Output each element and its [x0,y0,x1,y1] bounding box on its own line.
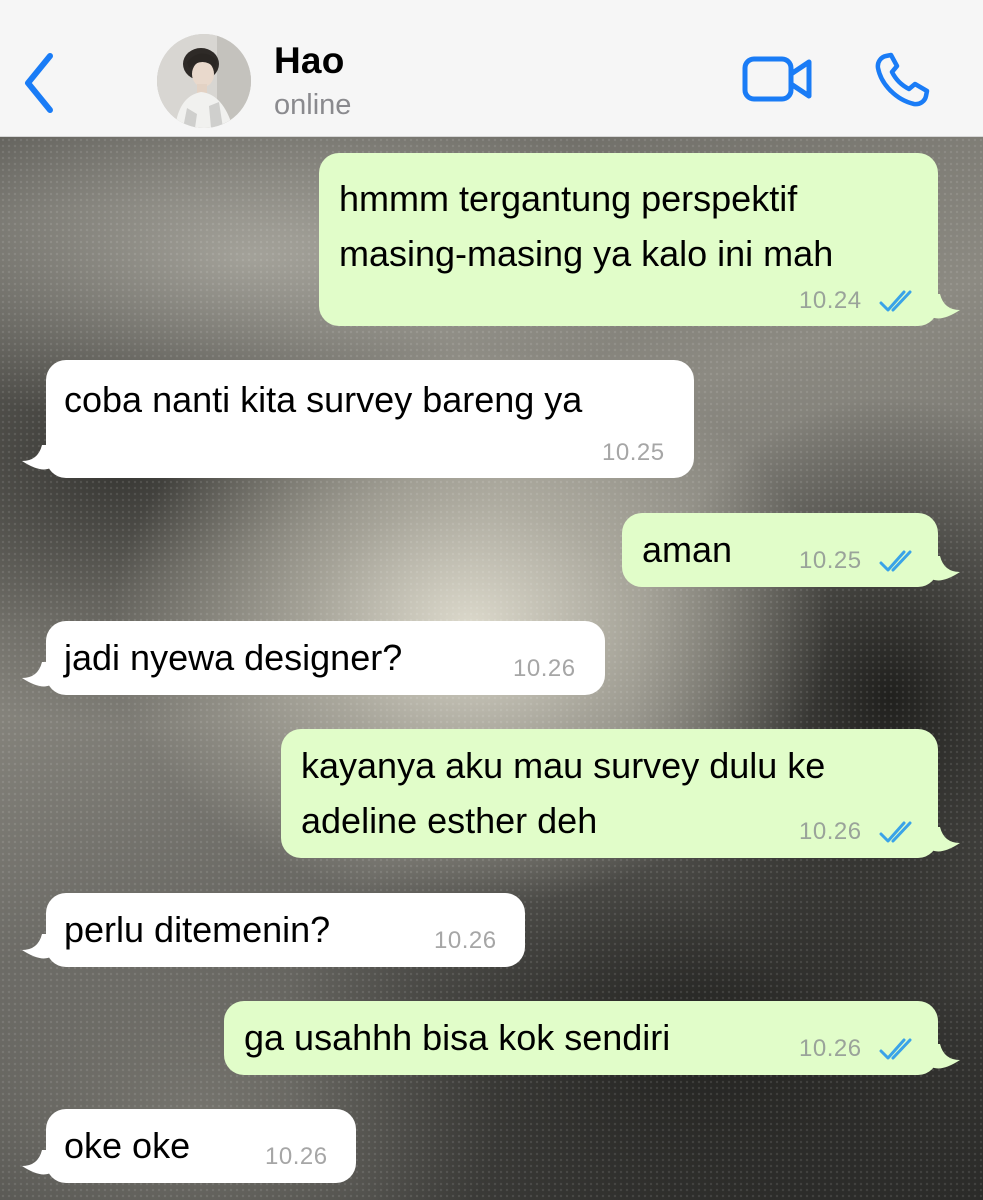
incoming-message[interactable]: perlu ditemenin? 10.26 [46,893,525,967]
contact-avatar[interactable] [157,34,251,128]
message-text: jadi nyewa designer? [64,637,403,678]
message-line: masing-masing ya kalo ini mah [339,233,834,274]
read-receipt-icon [879,290,912,312]
incoming-message[interactable]: jadi nyewa designer? 10.26 [46,621,605,695]
outgoing-message[interactable]: kayanya aku mau survey dulu ke adeline e… [281,729,938,858]
phone-icon [875,52,930,107]
outgoing-message[interactable]: hmmm tergantung perspektif masing-masing… [319,153,938,326]
read-receipt-icon [879,550,912,572]
back-button[interactable] [14,42,74,122]
video-camera-icon [742,56,812,102]
message-time: 10.26 [434,927,497,954]
message-time: 10.25 [602,439,665,466]
message-time: 10.25 [799,547,862,574]
read-receipt-icon [879,821,912,843]
avatar-photo [157,34,251,128]
message-text: oke oke [64,1125,191,1166]
message-text: ga usahhh bisa kok sendiri [244,1017,671,1058]
contact-status: online [274,89,352,121]
voice-call-button[interactable] [872,50,936,110]
message-text: aman [642,529,733,570]
message-text: hmmm tergantung perspektif masing-masing… [339,171,833,281]
message-time: 10.26 [799,1035,862,1062]
message-time: 10.24 [799,287,862,314]
incoming-message[interactable]: oke oke 10.26 [46,1109,356,1183]
message-line: adeline esther deh [301,800,598,841]
message-text: coba nanti kita survey bareng ya [64,379,583,420]
contact-name[interactable]: Hao [274,40,345,82]
message-text: perlu ditemenin? [64,909,331,950]
message-time: 10.26 [265,1143,328,1170]
chat-header: Hao online [0,0,983,137]
video-call-button[interactable] [740,52,816,108]
message-time: 10.26 [513,655,576,682]
message-line: kayanya aku mau survey dulu ke [301,745,826,786]
outgoing-message[interactable]: ga usahhh bisa kok sendiri 10.26 [224,1001,938,1075]
read-receipt-icon [879,1038,912,1060]
message-line: hmmm tergantung perspektif [339,178,798,219]
incoming-message[interactable]: coba nanti kita survey bareng ya 10.25 [46,360,694,478]
outgoing-message[interactable]: aman 10.25 [622,513,938,587]
chevron-left-icon [25,53,53,113]
message-time: 10.26 [799,818,862,845]
message-text: kayanya aku mau survey dulu ke adeline e… [301,738,825,848]
